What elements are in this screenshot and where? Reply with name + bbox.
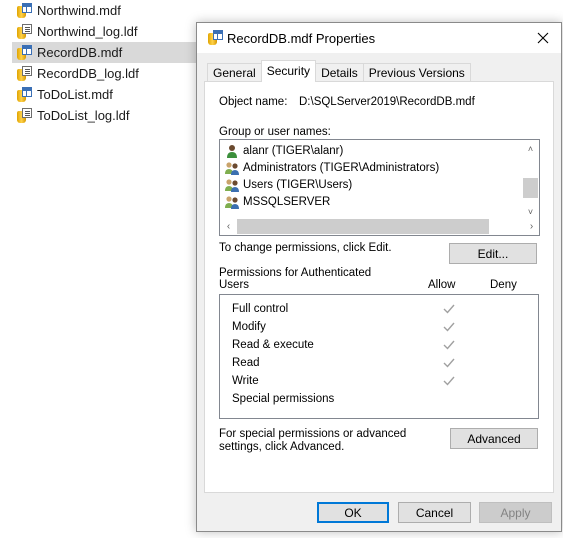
file-name: RecordDB_log.ldf [37,66,139,81]
object-name-label: Object name: [219,96,288,108]
advanced-settings-text: For special permissions or advanced sett… [219,428,407,453]
allow-check-icon [443,376,455,386]
user-list-item[interactable]: MSSQLSERVER [224,193,330,210]
user-icon [227,144,237,158]
advanced-button[interactable]: Advanced [450,428,538,449]
database-file-icon [16,86,32,103]
allow-check-icon [443,304,455,314]
change-permissions-text: To change permissions, click Edit. [219,242,392,254]
file-item[interactable]: ToDoList_log.ldf [12,105,202,126]
title-bar[interactable]: RecordDB.mdf Properties [197,23,561,53]
object-name-value: D:\SQLServer2019\RecordDB.mdf [299,96,475,108]
tab-details[interactable]: Details [315,63,364,82]
edit-button[interactable]: Edit... [449,243,537,264]
permission-name: Full control [232,303,289,315]
permission-row: Read & execute [232,336,532,354]
close-icon [537,32,549,44]
apply-button[interactable]: Apply [479,502,552,523]
permission-row: Read [232,354,532,372]
permissions-list: Full control Modify Read & execute Read Writ… [219,294,539,419]
database-file-icon [207,30,223,46]
file-name: RecordDB.mdf [37,45,123,60]
allow-header: Allow [428,279,456,291]
file-name: ToDoList.mdf [37,87,113,102]
scroll-up-icon[interactable]: ˄ [522,140,539,157]
permission-row: Write [232,372,532,390]
user-name: alanr (TIGER\alanr) [243,144,344,157]
user-name: Users (TIGER\Users) [243,178,353,191]
user-list[interactable]: alanr (TIGER\alanr) Administrators (TIGE… [219,139,540,236]
group-icon [225,178,239,192]
file-name: Northwind.mdf [37,3,121,18]
file-item-selected[interactable]: RecordDB.mdf [12,42,202,63]
group-icon [225,161,239,175]
allow-check-icon [443,358,455,368]
file-name: Northwind_log.ldf [37,24,138,39]
tab-previous-versions[interactable]: Previous Versions [362,63,471,82]
user-name: Administrators (TIGER\Administrators) [243,161,440,174]
allow-check-icon [443,322,455,332]
properties-dialog: RecordDB.mdf Properties General Security… [196,22,562,532]
group-icon [225,195,239,209]
vertical-scrollbar[interactable]: ˄ ˅ [522,140,539,220]
file-list: Northwind.mdf Northwind_log.ldf RecordDB… [12,0,202,126]
group-names-label: Group or user names: [219,126,331,138]
file-name: ToDoList_log.ldf [37,108,130,123]
deny-header: Deny [490,279,517,291]
permission-name: Modify [232,321,266,333]
log-file-icon [16,23,32,40]
horizontal-scrollbar[interactable]: ‹ › [220,218,533,235]
dialog-title: RecordDB.mdf Properties [227,31,376,46]
scroll-left-icon[interactable]: ‹ [220,218,237,235]
ok-button[interactable]: OK [317,502,389,523]
tab-bar: General Security Details Previous Versio… [207,60,471,82]
scroll-right-icon[interactable]: › [523,218,540,235]
user-name: MSSQLSERVER [243,195,331,208]
file-item[interactable]: ToDoList.mdf [12,84,202,105]
log-file-icon [16,65,32,82]
file-item[interactable]: Northwind_log.ldf [12,21,202,42]
permission-name: Special permissions [232,393,335,405]
scrollbar-thumb[interactable] [523,178,538,198]
permission-row: Special permissions [232,390,532,408]
database-file-icon [16,2,32,19]
user-list-item[interactable]: Users (TIGER\Users) [224,176,352,193]
user-list-item[interactable]: alanr (TIGER\alanr) [224,142,343,159]
permission-name: Write [232,375,259,387]
database-file-icon [16,44,32,61]
close-button[interactable] [525,23,561,53]
cancel-button[interactable]: Cancel [398,502,471,523]
security-panel: Object name: D:\SQLServer2019\RecordDB.m… [204,81,554,493]
tab-security[interactable]: Security [260,60,317,82]
permission-name: Read & execute [232,339,314,351]
permission-row: Modify [232,318,532,336]
allow-check-icon [443,340,455,350]
permissions-for-label: Permissions for Authenticated Users [219,267,372,291]
user-list-item[interactable]: Administrators (TIGER\Administrators) [224,159,439,176]
log-file-icon [16,107,32,124]
tab-general[interactable]: General [207,63,262,82]
permission-row: Full control [232,300,532,318]
permission-name: Read [232,357,260,369]
file-item[interactable]: RecordDB_log.ldf [12,63,202,84]
scrollbar-thumb[interactable] [237,219,489,234]
file-item[interactable]: Northwind.mdf [12,0,202,21]
